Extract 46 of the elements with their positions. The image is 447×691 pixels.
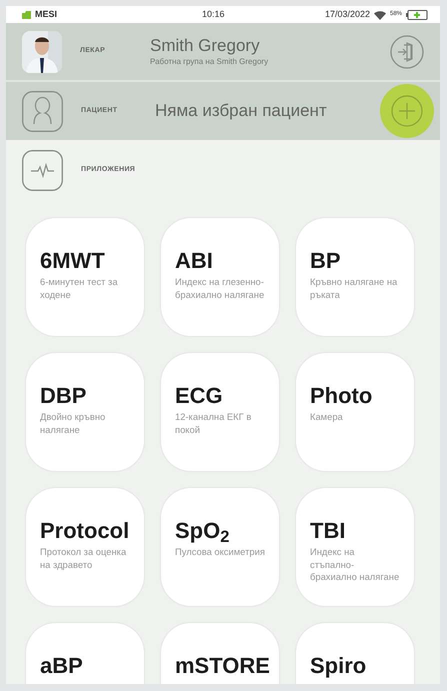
date: 17/03/2022 [324, 8, 370, 21]
app-tile[interactable]: TBI Индекс на стъпално-брахиално налягане [296, 488, 414, 606]
clock: 10:16 [202, 8, 225, 21]
add-patient-button[interactable] [380, 84, 434, 138]
app-tile[interactable]: aBP [26, 623, 144, 684]
add-icon [390, 94, 424, 128]
person-icon [22, 90, 63, 132]
app-tile[interactable]: ECG 12-канална ЕКГ в покой [161, 353, 279, 471]
app-title: DBP [40, 383, 88, 409]
brand-name: MESI [35, 8, 58, 21]
app-description: Камера [310, 411, 344, 424]
app-tile[interactable]: DBP Двойно кръвно налягане [26, 353, 144, 471]
app-title: TBI [310, 518, 346, 544]
app-title: ABI [175, 248, 214, 274]
app-tile[interactable]: 6MWT 6-минутен тест за ходене [26, 218, 144, 336]
app-description: 6-минутен тест за ходене [40, 276, 119, 301]
app-tile[interactable]: BP Кръвно налягане на ръката [296, 218, 414, 336]
app-tile[interactable]: SpO$_{2}$ Пулсова оксиметрия [161, 488, 279, 606]
app-title: BP [310, 248, 342, 274]
logo-icon [22, 10, 31, 18]
heartbeat-icon [22, 150, 63, 190]
doctor-name: Smith Gregory [150, 36, 261, 56]
app-title: SpO$_{2}$ [175, 518, 230, 544]
app-title: Spiro [310, 653, 368, 679]
wifi-icon [374, 10, 386, 20]
app-title: aBP [40, 653, 84, 679]
patient-status: Няма избран пациент [155, 100, 327, 122]
app-description: Двойно кръвно налягане [40, 411, 106, 436]
logout-icon[interactable] [390, 34, 424, 68]
app-tile[interactable]: Spiro [296, 623, 414, 684]
app-description: 12-канална ЕКГ в покой [175, 411, 252, 436]
app-description: Кръвно налягане на ръката [310, 276, 398, 301]
app-tile[interactable]: ABI Индекс на глезенно-брахиално налягане [161, 218, 279, 336]
app-title: 6MWT [40, 248, 106, 274]
app-title: Photo [310, 383, 374, 409]
app-title: Protocol [40, 518, 130, 544]
app-tile[interactable]: Protocol Протокол за оценка на здравето [26, 488, 144, 606]
app-title: ECG [175, 383, 224, 409]
app-tile[interactable]: mSTORE [161, 623, 279, 684]
app-tile[interactable]: Photo Камера [296, 353, 414, 471]
battery-charging-icon [406, 10, 428, 20]
workgroup-name: Работна група на Smith Gregory [150, 56, 268, 68]
app-description: Индекс на глезенно-брахиално налягане [175, 276, 265, 301]
app-description: Индекс на стъпално-брахиално налягане [310, 546, 400, 584]
app-description: Пулсова оксиметрия [175, 546, 265, 558]
app-description: Протокол за оценка на здравето [40, 546, 128, 571]
